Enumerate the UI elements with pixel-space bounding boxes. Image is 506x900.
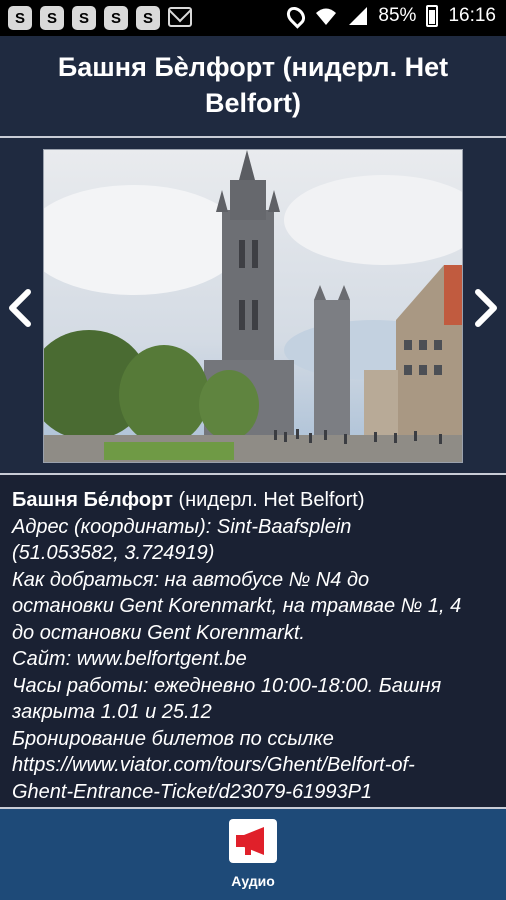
site-line[interactable]: Сайт: www.belfortgent.be [12, 646, 494, 673]
mail-icon [168, 7, 192, 27]
directions-line: остановки Gent Korenmarkt, на трамвае № … [12, 595, 462, 617]
hours-line: закрыта 1.01 и 25.12 [12, 701, 212, 723]
page-title: Башня Бѐлфорт (нидерл. Het Belfort) [57, 52, 449, 118]
attraction-name: Башня Бе́лфорт [12, 489, 173, 511]
audio-label: Аудио [231, 873, 275, 889]
image-gallery[interactable] [0, 138, 506, 473]
skype-notification-icon: S [72, 6, 96, 30]
coordinates-line: (51.053582, 3.724919) [12, 542, 215, 564]
title-header: Башня Бѐлфорт (нидерл. Het Belfort) [0, 36, 506, 134]
audio-button[interactable]: Аудио [222, 819, 284, 897]
bottom-bar: Аудио [0, 809, 506, 900]
status-bar: S S S S S 85% 16:16 [0, 0, 506, 36]
attraction-info: Башня Бе́лфорт (нидерл. Het Belfort) Адр… [0, 475, 506, 809]
attraction-name-suffix: (нидерл. Het Belfort) [172, 489, 365, 511]
clock: 16:16 [448, 5, 496, 26]
chevron-right-icon[interactable] [470, 288, 502, 328]
address-line: Адрес (координаты): Sint-Baafsplein [12, 515, 352, 538]
info-name-line: Башня Бе́лфорт (нидерл. Het Belfort) [12, 487, 494, 514]
battery-icon [426, 5, 439, 27]
megaphone-icon [229, 819, 277, 863]
skype-notification-icon: S [8, 6, 32, 30]
directions-line: Как добраться: на автобусе № N4 до [12, 568, 370, 591]
skype-notification-icon: S [136, 6, 160, 30]
signal-icon [349, 7, 368, 25]
directions-line: до остановки Gent Korenmarkt. [12, 621, 305, 644]
hours-line: Часы работы: ежедневно 10:00-18:00. Башн… [12, 674, 442, 697]
booking-line: Бронирование билетов по ссылке [12, 727, 334, 750]
skype-notification-icon: S [104, 6, 128, 30]
booking-link[interactable]: Ghent-Entrance-Ticket/d23079-61993P1 [12, 779, 494, 806]
skype-notification-icon: S [40, 6, 64, 30]
booking-link[interactable]: https://www.viator.com/tours/Ghent/Belfo… [12, 752, 494, 779]
chevron-left-icon[interactable] [4, 288, 36, 328]
notification-icons: S S S S S [8, 6, 192, 30]
location-icon [283, 3, 310, 29]
system-status: 85% 16:16 [283, 3, 496, 29]
battery-percent: 85% [378, 5, 417, 26]
belfry-photo [43, 149, 463, 463]
wifi-icon [316, 8, 337, 25]
